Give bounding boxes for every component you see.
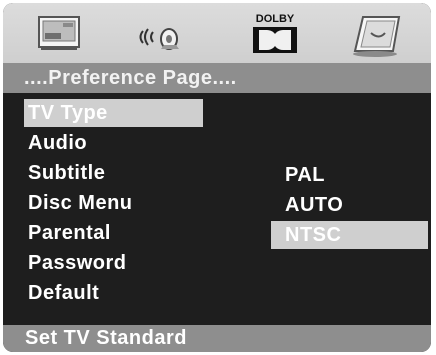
menu-item-subtitle[interactable]: Subtitle [24, 159, 105, 187]
menu-item-password[interactable]: Password [24, 249, 126, 277]
option-pal[interactable]: PAL [271, 161, 325, 189]
dolby-label: DOLBY [256, 13, 295, 25]
menu-item-parental[interactable]: Parental [24, 219, 111, 247]
menu-item-audio[interactable]: Audio [24, 129, 87, 157]
menu-item-disc-menu[interactable]: Disc Menu [24, 189, 133, 217]
status-bar: Set TV Standard [3, 325, 431, 352]
settings-menu: TV Type Audio Subtitle Disc Menu Parenta… [3, 93, 431, 325]
menu-item-tv-type[interactable]: TV Type [24, 99, 203, 127]
tv-icon[interactable] [17, 7, 97, 59]
speaker-audio-icon[interactable] [123, 7, 203, 59]
option-auto[interactable]: AUTO [271, 191, 343, 219]
menu-item-default[interactable]: Default [24, 279, 99, 307]
option-ntsc[interactable]: NTSC [271, 221, 428, 249]
dolby-icon[interactable]: DOLBY [235, 7, 315, 59]
preference-monitor-icon[interactable] [337, 7, 417, 59]
icon-bar: DOLBY [3, 3, 431, 64]
page-title: ....Preference Page.... [3, 63, 431, 93]
osd-screen: DOLBY ....Preference Page.... TV Type Au… [3, 3, 431, 352]
